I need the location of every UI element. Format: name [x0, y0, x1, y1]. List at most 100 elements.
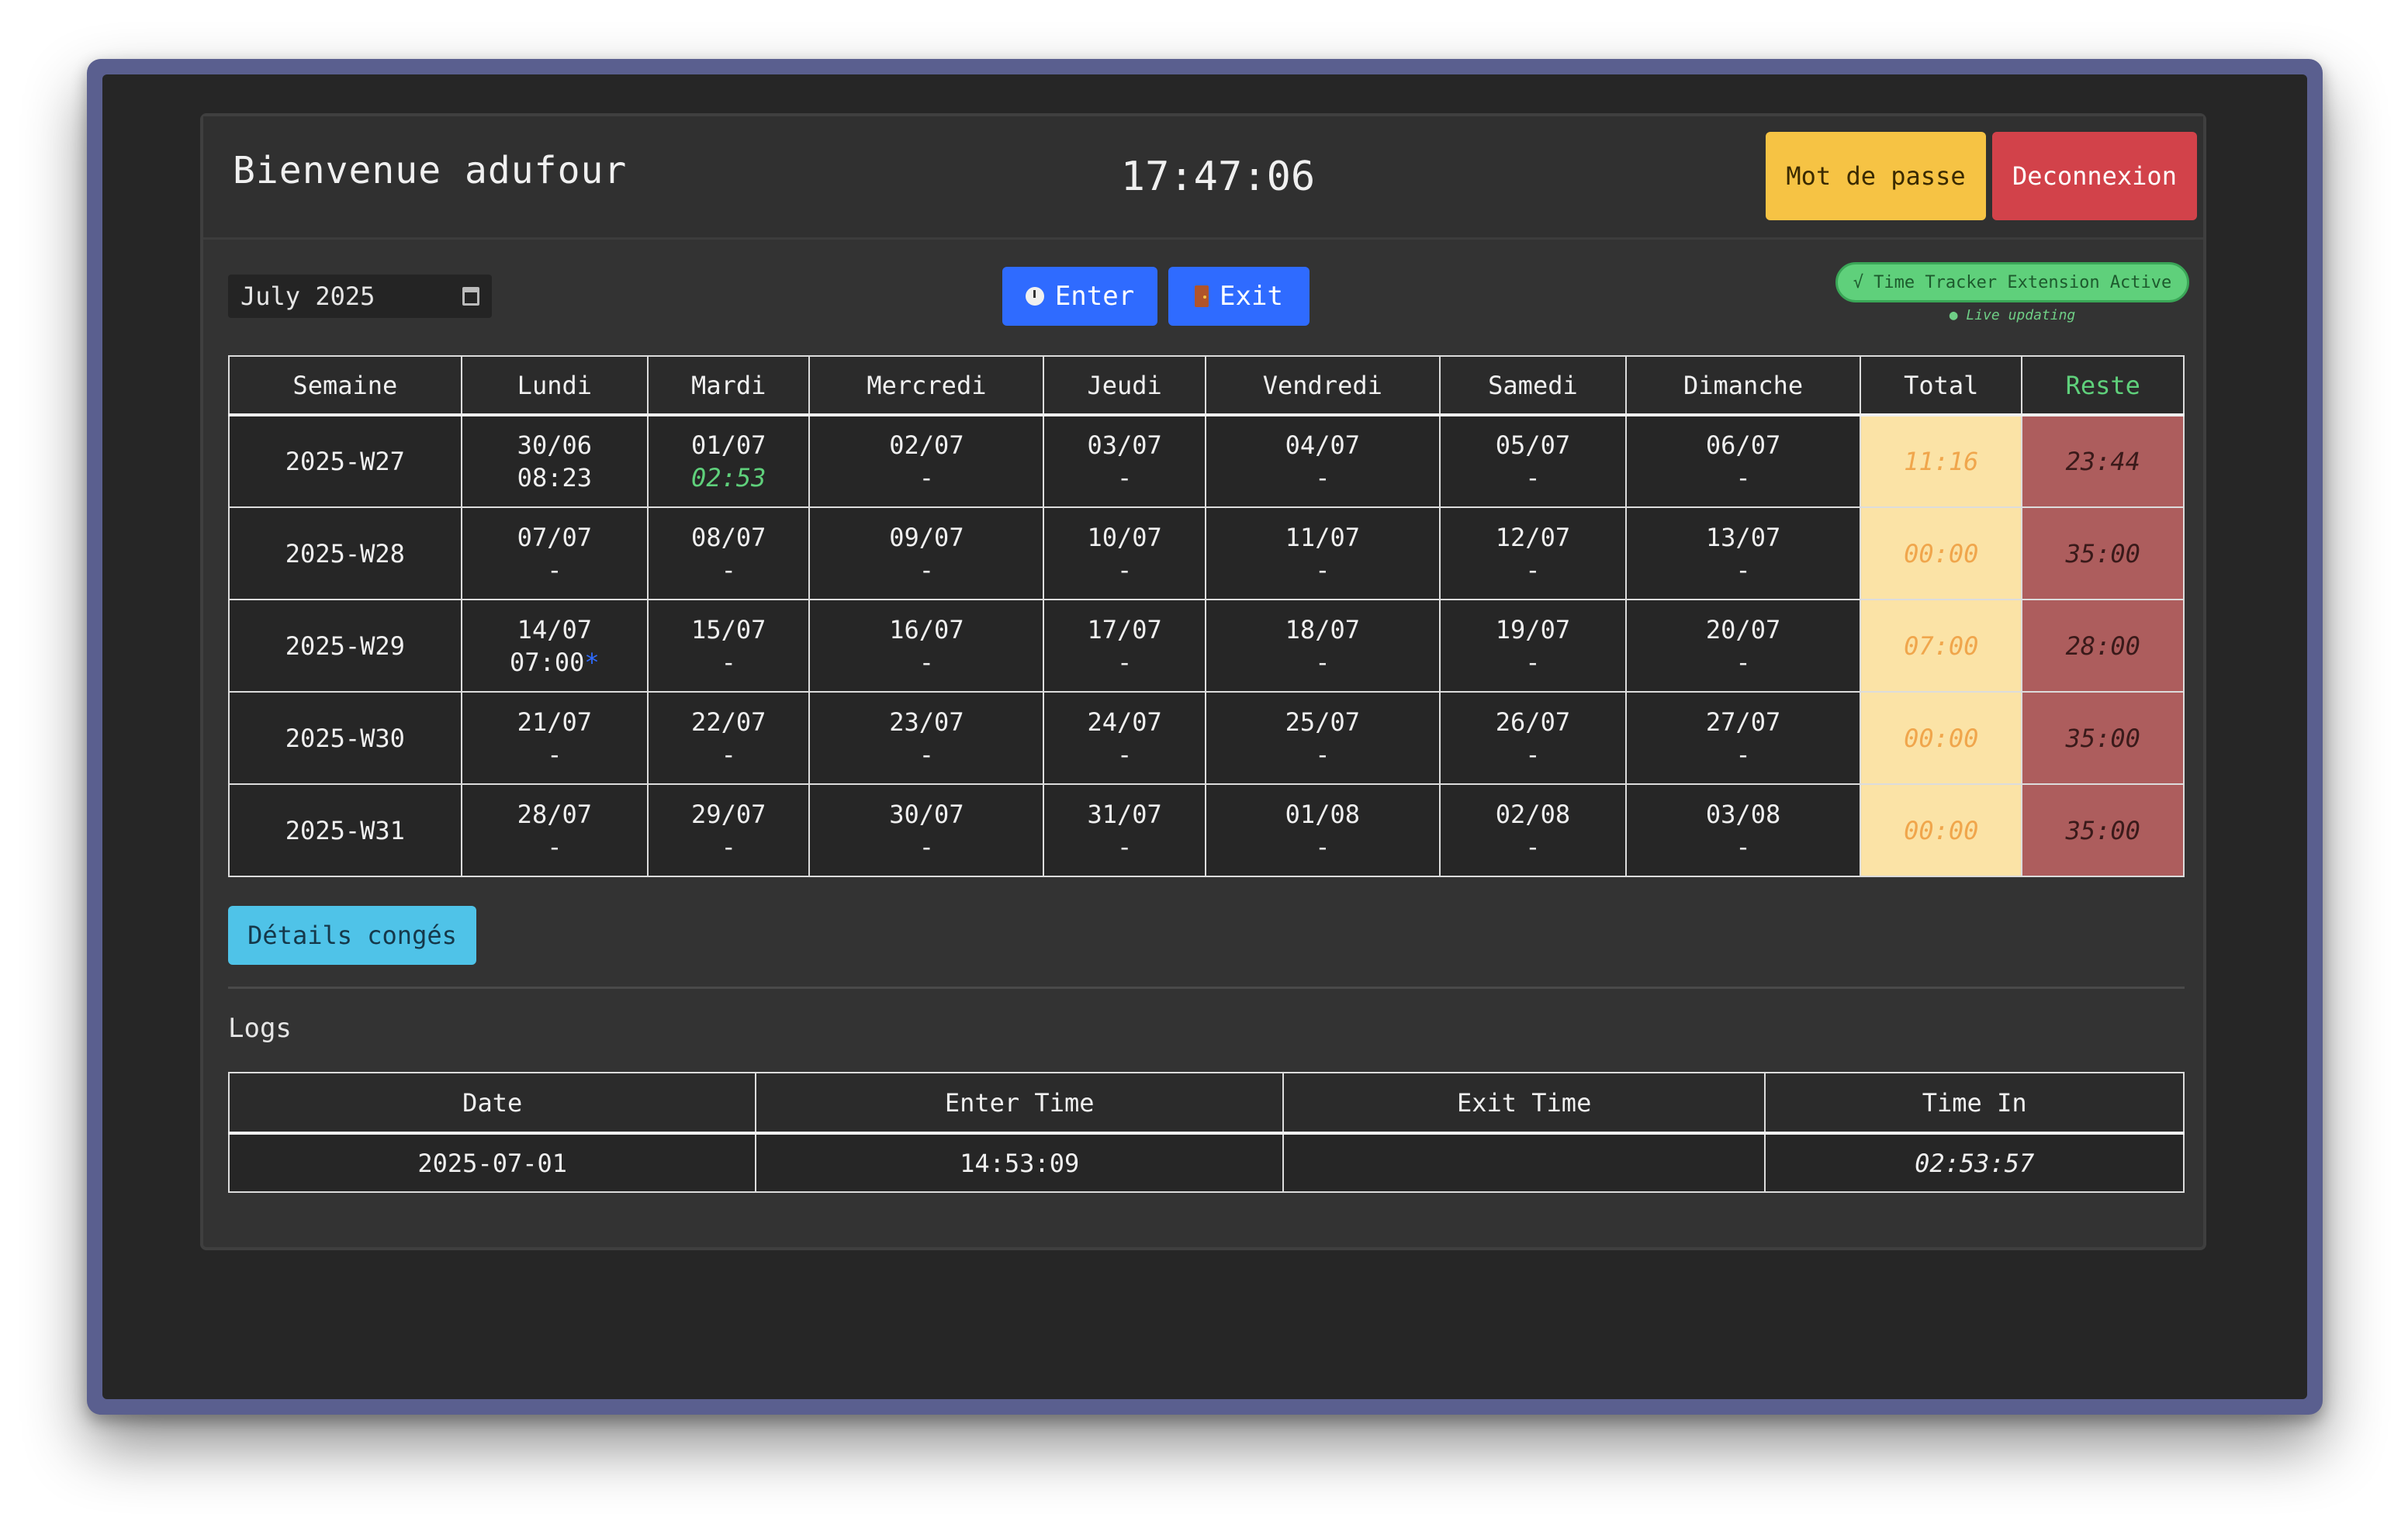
calendar-icon[interactable] — [462, 287, 479, 306]
day-cell[interactable]: 29/07- — [646, 783, 811, 877]
calendar-week-row: 2025-W30 21/07-22/07-23/07-24/07-25/07-26… — [228, 691, 2185, 785]
calendar-col-header: Mercredi — [808, 355, 1045, 416]
day-date: 23/07 — [889, 707, 964, 737]
day-cell[interactable]: 27/07- — [1625, 691, 1862, 785]
day-time: - — [811, 831, 1042, 863]
day-time: - — [463, 831, 646, 863]
log-time-in: 02:53:57 — [1764, 1132, 2185, 1193]
day-cell[interactable]: 31/07- — [1043, 783, 1206, 877]
day-cell[interactable]: 01/07 02:53 — [646, 414, 811, 508]
day-cell[interactable]: 12/07- — [1438, 506, 1628, 600]
day-cell[interactable]: 20/07- — [1625, 599, 1862, 693]
section-divider — [228, 987, 2185, 989]
day-date: 04/07 — [1285, 430, 1360, 460]
password-button[interactable]: Mot de passe — [1766, 132, 1986, 220]
day-cell[interactable]: 03/08- — [1625, 783, 1862, 877]
day-date: 25/07 — [1285, 707, 1360, 737]
day-cell[interactable]: 14/07 07:00* — [460, 599, 649, 693]
day-time-value: - — [1525, 647, 1541, 677]
day-time: - — [649, 554, 808, 586]
day-cell[interactable]: 07/07- — [460, 506, 649, 600]
month-picker[interactable]: July 2025 — [228, 275, 492, 318]
leave-details-button[interactable]: Détails congés — [228, 906, 476, 965]
calendar-col-header: Dimanche — [1625, 355, 1862, 416]
day-cell[interactable]: 02/07 - — [808, 414, 1045, 508]
day-time-value: - — [721, 647, 736, 677]
day-cell[interactable]: 25/07- — [1204, 691, 1441, 785]
day-date: 11/07 — [1285, 522, 1360, 552]
weekly-calendar-table: Semaine Lundi Mardi Mercredi Jeudi Vendredi Sa… — [228, 355, 2185, 877]
day-time-value: 08:23 — [517, 463, 592, 492]
week-total: 07:00 — [1860, 599, 2023, 693]
day-time-value: - — [721, 831, 736, 862]
day-time-value: - — [1525, 555, 1541, 585]
clock-icon — [1025, 287, 1044, 306]
day-cell[interactable]: 16/07- — [808, 599, 1045, 693]
day-cell[interactable]: 18/07- — [1204, 599, 1441, 693]
day-time-value: - — [721, 555, 736, 585]
day-date: 12/07 — [1495, 522, 1571, 552]
day-cell[interactable]: 03/07 - — [1043, 414, 1206, 508]
day-cell[interactable]: 15/07- — [646, 599, 811, 693]
logs-col-header: Enter Time — [755, 1072, 1284, 1135]
day-time-value: - — [919, 739, 935, 769]
extension-status-badge: √ Time Tracker Extension Active — [1835, 262, 2189, 302]
day-time-value: - — [1735, 463, 1751, 492]
day-date: 21/07 — [517, 707, 592, 737]
day-cell[interactable]: 30/06 08:23 — [460, 414, 649, 508]
logs-col-header: Exit Time — [1282, 1072, 1766, 1135]
day-cell[interactable]: 11/07- — [1204, 506, 1441, 600]
day-date: 17/07 — [1087, 614, 1162, 645]
week-remaining: 28:00 — [2021, 599, 2185, 693]
exit-button[interactable]: Exit — [1168, 267, 1310, 326]
day-date: 05/07 — [1495, 430, 1571, 460]
day-time: - — [811, 646, 1042, 679]
log-exit — [1282, 1132, 1766, 1193]
day-date: 29/07 — [691, 799, 766, 829]
day-time: - — [649, 831, 808, 863]
day-date: 15/07 — [691, 614, 766, 645]
day-cell[interactable]: 17/07- — [1043, 599, 1206, 693]
day-cell[interactable]: 23/07- — [808, 691, 1045, 785]
day-cell[interactable]: 13/07- — [1625, 506, 1862, 600]
day-time: - — [1045, 646, 1203, 679]
day-cell[interactable]: 01/08- — [1204, 783, 1441, 877]
day-time-value: - — [1315, 647, 1330, 677]
day-time-value: - — [919, 555, 935, 585]
day-date: 24/07 — [1087, 707, 1162, 737]
logs-body: 2025-07-01 14:53:09 02:53:57 — [227, 1132, 2185, 1193]
day-cell[interactable]: 28/07- — [460, 783, 649, 877]
day-time: - — [463, 738, 646, 771]
day-cell[interactable]: 08/07- — [646, 506, 811, 600]
header-bar: Bienvenue adufour 17:47:06 Mot de passe … — [203, 116, 2203, 240]
day-date: 06/07 — [1705, 430, 1781, 460]
day-date: 27/07 — [1705, 707, 1781, 737]
day-cell[interactable]: 06/07 - — [1625, 414, 1862, 508]
day-cell[interactable]: 05/07 - — [1438, 414, 1628, 508]
day-cell[interactable]: 02/08- — [1438, 783, 1628, 877]
day-time: - — [1441, 831, 1624, 863]
day-cell[interactable]: 10/07- — [1043, 506, 1206, 600]
day-cell[interactable]: 24/07- — [1043, 691, 1206, 785]
day-time: - — [463, 554, 646, 586]
calendar-col-header: Mardi — [646, 355, 811, 416]
day-date: 30/07 — [889, 799, 964, 829]
calendar-week-row: 2025-W29 14/07 07:00* 15/07-16/07-17/07-18/… — [228, 599, 2185, 693]
week-remaining: 35:00 — [2021, 691, 2185, 785]
day-cell[interactable]: 09/07- — [808, 506, 1045, 600]
day-date: 01/07 — [691, 430, 766, 460]
logout-button[interactable]: Deconnexion — [1992, 132, 2197, 220]
day-time: - — [649, 738, 808, 771]
day-cell[interactable]: 04/07 - — [1204, 414, 1441, 508]
day-cell[interactable]: 30/07- — [808, 783, 1045, 877]
logs-col-header: Time In — [1764, 1072, 2185, 1135]
day-time: 08:23 — [463, 461, 646, 494]
week-total: 00:00 — [1860, 783, 2023, 877]
enter-button[interactable]: Enter — [1002, 267, 1157, 326]
day-cell[interactable]: 26/07- — [1438, 691, 1628, 785]
day-time: - — [1628, 738, 1859, 771]
day-cell[interactable]: 21/07- — [460, 691, 649, 785]
log-date: 2025-07-01 — [227, 1132, 757, 1193]
day-cell[interactable]: 19/07- — [1438, 599, 1628, 693]
day-cell[interactable]: 22/07- — [646, 691, 811, 785]
